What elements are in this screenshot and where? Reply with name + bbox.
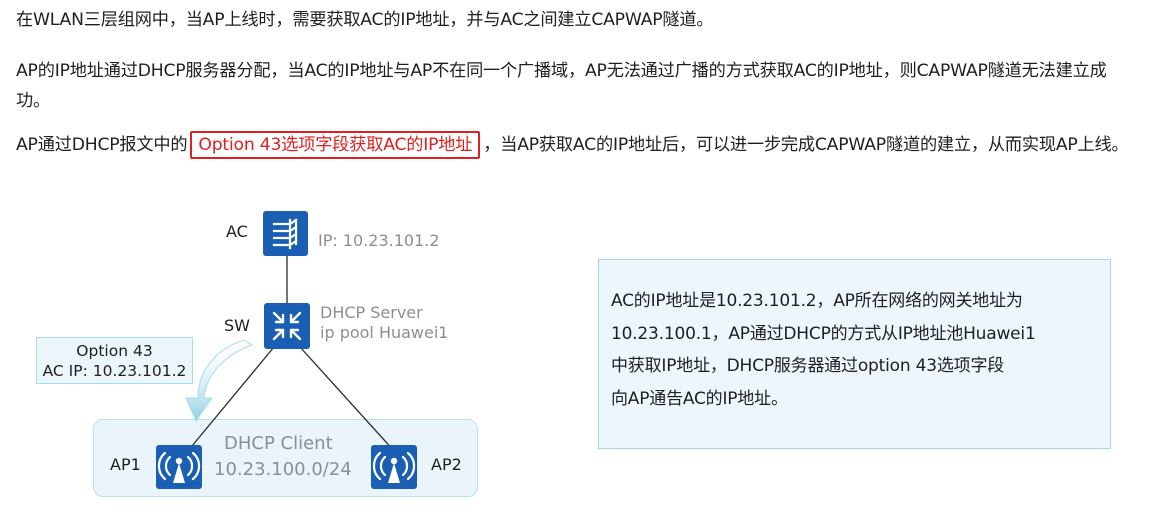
wireless-ap-icon: [371, 445, 417, 489]
sw-label: SW: [224, 316, 250, 335]
access-controller-icon: [263, 211, 308, 256]
explanation-box: AC的IP地址是10.23.101.2，AP所在网络的网关地址为 10.23.1…: [598, 259, 1111, 449]
ap1-label: AP1: [110, 455, 141, 474]
option43-arrow: [185, 339, 254, 423]
ip-pool-label: ip pool Huawei1: [320, 323, 449, 342]
explanation-line: AC的IP地址是10.23.101.2，AP所在网络的网关地址为: [611, 291, 1023, 311]
option43-callout-title: Option 43: [76, 342, 153, 360]
client-subnet-label: 10.23.100.0/24: [214, 459, 352, 480]
ac-ip-label: IP: 10.23.101.2: [318, 231, 440, 250]
dhcp-server-label: DHCP Server: [320, 303, 423, 322]
option43-callout: Option 43 AC IP: 10.23.101.2: [36, 337, 193, 384]
dhcp-client-label: DHCP Client: [224, 433, 333, 454]
switch-icon: [264, 303, 310, 349]
option43-callout-ip: AC IP: 10.23.101.2: [42, 362, 187, 380]
ap2-label: AP2: [431, 455, 462, 474]
explanation-line: 10.23.100.1，AP通过DHCP的方式从IP地址池Huawei1: [611, 323, 1036, 344]
ac-label: AC: [226, 222, 248, 241]
wireless-ap-icon: [156, 445, 202, 489]
explanation-line: 中获取IP地址，DHCP服务器通过option 43选项字段: [611, 356, 1005, 376]
explanation-line: 向AP通告AC的IP地址。: [611, 388, 788, 409]
